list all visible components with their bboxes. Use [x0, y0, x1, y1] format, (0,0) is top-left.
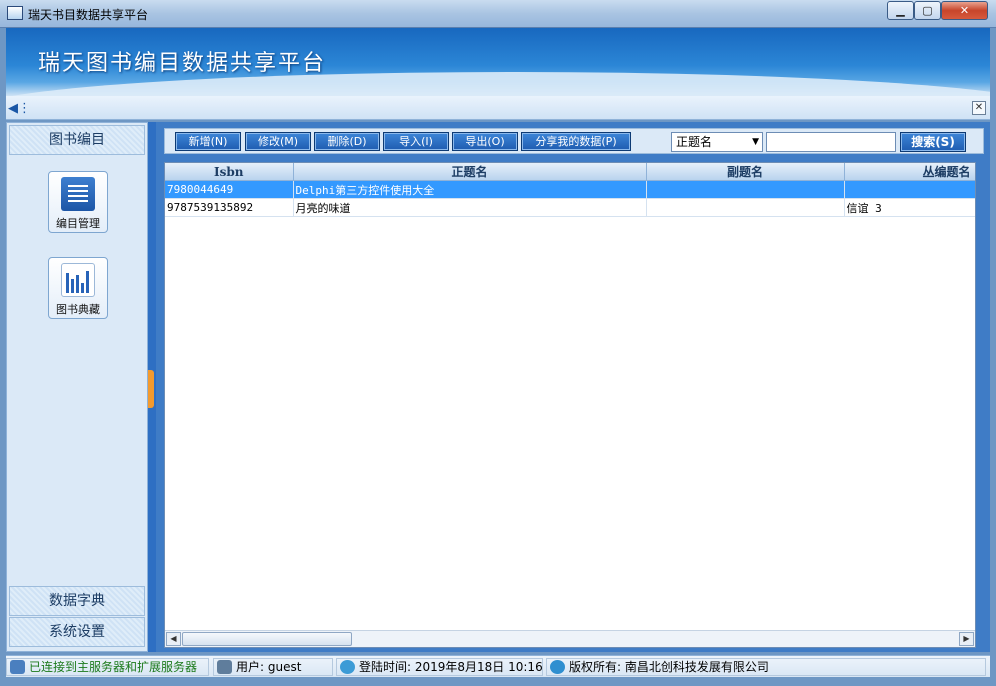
edit-button[interactable]: 修改(M) [245, 132, 311, 151]
table-row[interactable]: 7980044649 Delphi第三方控件使用大全 [165, 180, 975, 199]
search-input[interactable] [766, 132, 896, 152]
status-connection-text: 已连接到主服务器和扩展服务器 [29, 660, 198, 674]
status-user: 用户: guest [213, 658, 333, 676]
column-header-series[interactable]: 丛编题名 [844, 163, 975, 181]
sidebar-item-label: 图书典藏 [56, 303, 100, 316]
window-titlebar: 瑞天书目数据共享平台 ▁ ▢ ✕ [0, 0, 996, 28]
main-panel: 新增(N) 修改(M) 删除(D) 导入(I) 导出(O) 分享我的数据(P) … [156, 122, 990, 652]
panel-splitter[interactable] [148, 122, 156, 652]
sidebar-group-system-settings[interactable]: 系统设置 [9, 617, 145, 647]
cell-isbn: 7980044649 [165, 180, 294, 199]
sidebar-group-catalog[interactable]: 图书编目 [9, 125, 145, 155]
speaker-icon[interactable]: ◀⋮ [8, 101, 31, 116]
status-login-time: 登陆时间: 2019年8月18日 10:16 [336, 658, 543, 676]
network-icon [10, 660, 25, 674]
maximize-button[interactable]: ▢ [914, 1, 941, 20]
search-field-value: 正题名 [676, 135, 713, 149]
copyright-icon [550, 660, 565, 674]
share-data-button[interactable]: 分享我的数据(P) [521, 132, 631, 151]
search-button[interactable]: 搜索(S) [900, 132, 966, 152]
cell-series: 信谊 3 [844, 198, 975, 217]
app-icon [7, 6, 23, 20]
minimize-button[interactable]: ▁ [887, 1, 914, 20]
import-button[interactable]: 导入(I) [383, 132, 449, 151]
cell-subtitle [646, 198, 845, 217]
minimize-icon: ▁ [896, 4, 905, 17]
delete-button[interactable]: 删除(D) [314, 132, 380, 151]
grid-toolbar: 新增(N) 修改(M) 删除(D) 导入(I) 导出(O) 分享我的数据(P) … [164, 128, 984, 154]
column-header-title[interactable]: 正题名 [293, 163, 647, 181]
close-icon: ✕ [959, 4, 970, 17]
column-header-subtitle[interactable]: 副题名 [646, 163, 845, 181]
status-copyright: 版权所有: 南昌北创科技发展有限公司 [546, 658, 986, 676]
collapse-handle[interactable] [148, 370, 154, 408]
close-button[interactable]: ✕ [941, 1, 988, 20]
cell-title: 月亮的味道 [293, 198, 647, 217]
book-table: Isbn 正题名 副题名 丛编题名 7980044649 Delphi第三方控件… [165, 163, 975, 217]
book-collection-icon [61, 263, 95, 297]
header-banner: 瑞天图书编目数据共享平台 [6, 28, 990, 96]
book-grid: Isbn 正题名 副题名 丛编题名 7980044649 Delphi第三方控件… [164, 162, 976, 648]
cell-title: Delphi第三方控件使用大全 [293, 180, 647, 199]
window-title: 瑞天书目数据共享平台 [28, 8, 149, 22]
sidebar-item-book-collection[interactable]: 图书典藏 [48, 257, 108, 319]
sidebar-item-label: 编目管理 [56, 217, 100, 230]
cell-series [844, 180, 975, 199]
add-button[interactable]: 新增(N) [175, 132, 241, 151]
chevron-down-icon: ▼ [752, 137, 759, 147]
status-connection: 已连接到主服务器和扩展服务器 [6, 658, 209, 676]
status-bar: 已连接到主服务器和扩展服务器 用户: guest 登陆时间: 2019年8月18… [6, 655, 990, 677]
status-login-time-text: 登陆时间: 2019年8月18日 10:16 [359, 660, 543, 674]
sidebar-item-catalog-management[interactable]: 编目管理 [48, 171, 108, 233]
sidebar: 图书编目 编目管理 图书典藏 数据字典 系统设置 [6, 122, 148, 652]
table-header-row: Isbn 正题名 副题名 丛编题名 [165, 163, 975, 181]
status-user-text: 用户: guest [236, 660, 302, 674]
table-row[interactable]: 9787539135892 月亮的味道 信谊 3 [165, 198, 975, 217]
user-icon [217, 660, 232, 674]
app-title: 瑞天图书编目数据共享平台 [38, 51, 327, 76]
export-button[interactable]: 导出(O) [452, 132, 518, 151]
catalog-list-icon [61, 177, 95, 211]
search-field-select[interactable]: 正题名 ▼ [671, 132, 763, 152]
status-copyright-text: 版权所有: 南昌北创科技发展有限公司 [569, 660, 769, 674]
clock-icon [340, 660, 355, 674]
cell-subtitle [646, 180, 845, 199]
notice-strip: ◀⋮ ✕ [6, 96, 990, 120]
close-notice-icon[interactable]: ✕ [972, 101, 986, 115]
scroll-left-icon[interactable]: ◀ [166, 632, 181, 646]
scroll-right-icon[interactable]: ▶ [959, 632, 974, 646]
scroll-thumb[interactable] [182, 632, 352, 646]
sidebar-group-data-dictionary[interactable]: 数据字典 [9, 586, 145, 616]
maximize-icon: ▢ [922, 4, 933, 17]
horizontal-scrollbar[interactable]: ◀ ▶ [165, 630, 975, 647]
column-header-isbn[interactable]: Isbn [165, 163, 294, 181]
cell-isbn: 9787539135892 [165, 198, 294, 217]
